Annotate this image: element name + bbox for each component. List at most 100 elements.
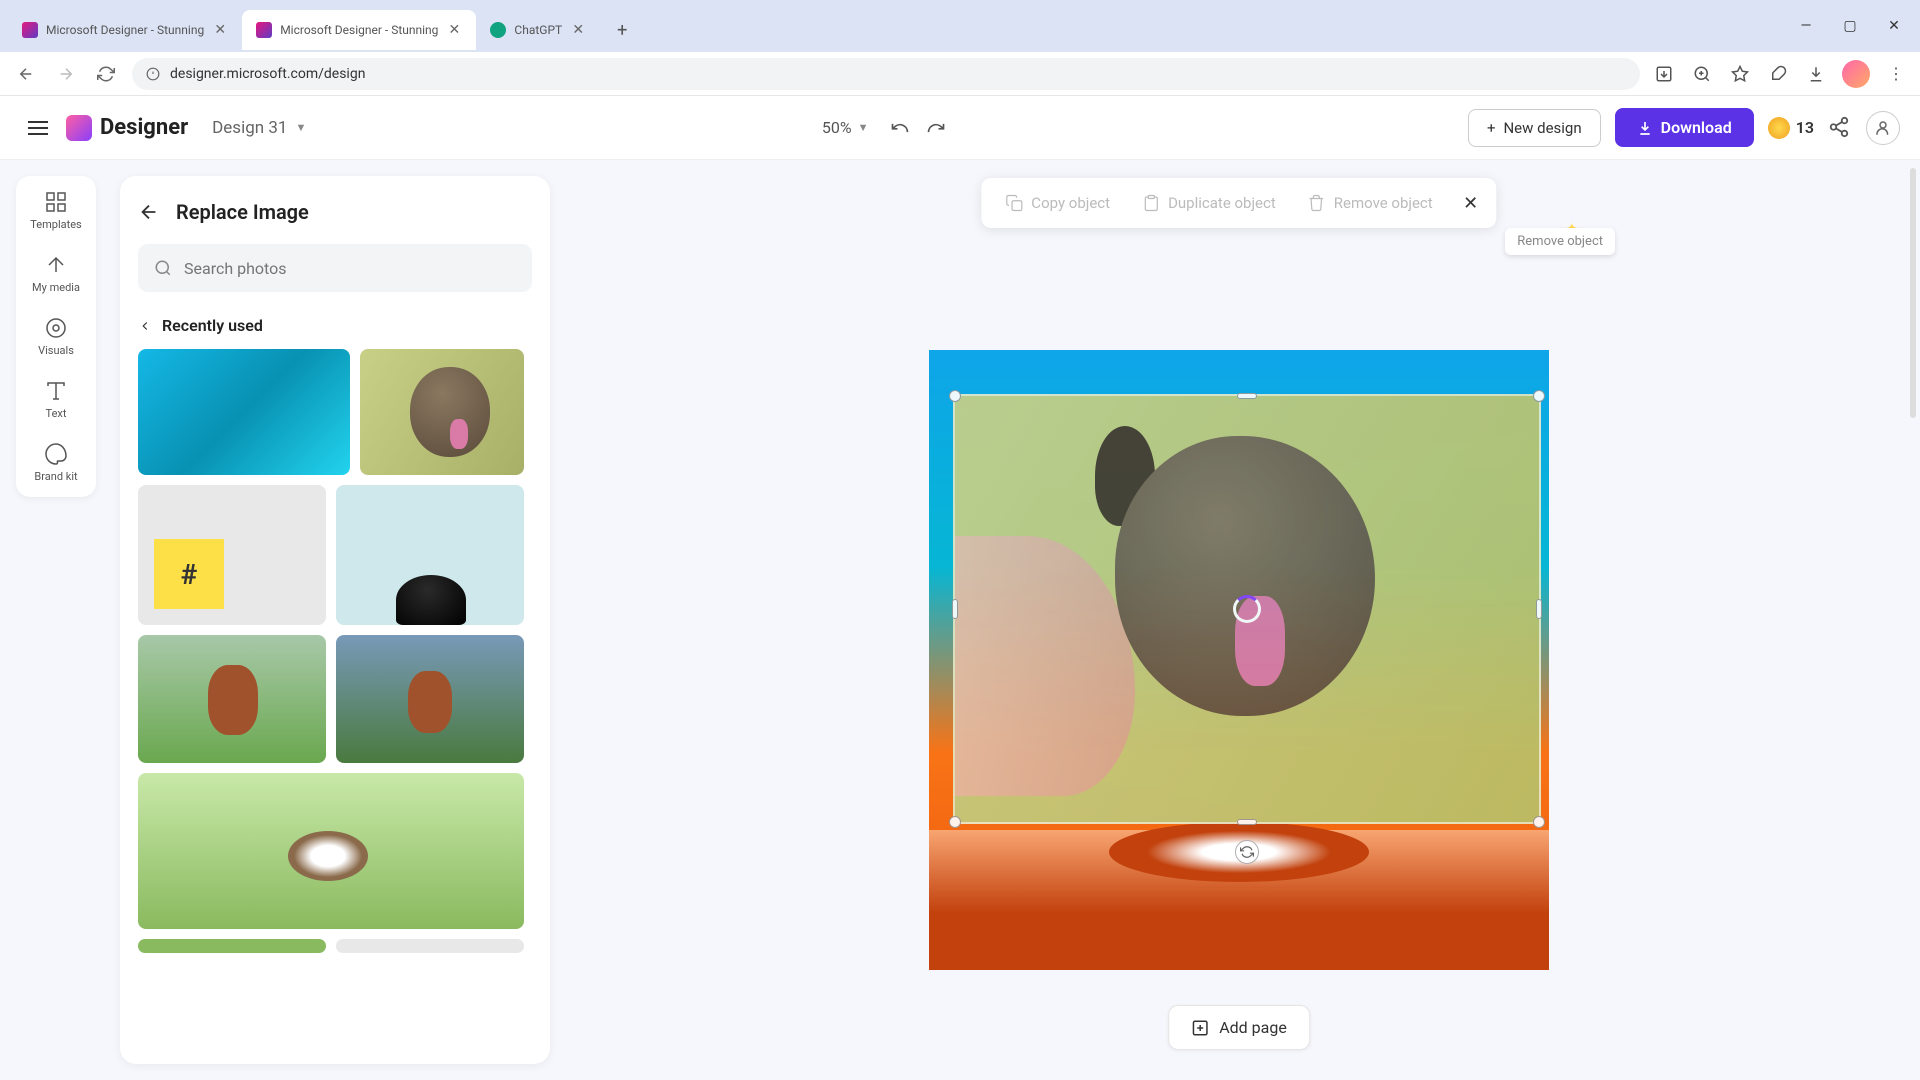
back-icon[interactable] (12, 60, 40, 88)
photo-thumbnail[interactable] (138, 349, 350, 475)
resize-handle[interactable] (1536, 599, 1542, 619)
side-rail: Templates My media Visuals Text Brand ki… (16, 176, 96, 497)
site-info-icon (146, 67, 160, 81)
resize-handle[interactable] (949, 390, 961, 402)
reload-icon[interactable] (92, 60, 120, 88)
context-toolbar: Copy object Duplicate object Remove obje… (981, 178, 1496, 228)
sidebar-item-text[interactable]: Text (44, 379, 68, 420)
minimize-button[interactable]: — (1788, 12, 1824, 40)
plus-square-icon (1191, 1019, 1209, 1037)
close-icon[interactable]: ✕ (570, 22, 586, 38)
credits-value: 13 (1796, 118, 1814, 137)
new-tab-button[interactable]: + (608, 20, 636, 41)
browser-toolbar: ⋮ (0, 52, 1920, 96)
download-button[interactable]: Download (1615, 108, 1754, 147)
photo-thumbnail[interactable] (336, 635, 524, 763)
duplicate-object-button[interactable]: Duplicate object (1130, 186, 1288, 220)
copy-object-button[interactable]: Copy object (993, 186, 1122, 220)
button-label: Duplicate object (1168, 194, 1276, 212)
extensions-icon[interactable] (1766, 62, 1790, 86)
close-context-bar-button[interactable]: ✕ (1457, 189, 1485, 217)
back-button[interactable] (138, 201, 160, 223)
undo-button[interactable] (884, 112, 916, 144)
sidebar-item-label: Text (46, 407, 67, 420)
menu-icon[interactable]: ⋮ (1884, 62, 1908, 86)
button-label: Remove object (1334, 194, 1433, 212)
coin-icon (1768, 117, 1790, 139)
star-icon[interactable] (1728, 62, 1752, 86)
resize-handle[interactable] (1237, 819, 1257, 825)
chevron-down-icon: ▼ (858, 121, 869, 134)
resize-handle[interactable] (1237, 393, 1257, 399)
sidebar-item-label: Brand kit (34, 470, 77, 483)
panel-title: Replace Image (176, 200, 309, 224)
button-label: Copy object (1031, 194, 1110, 212)
recent-label: Recently used (162, 316, 263, 335)
profile-avatar[interactable] (1842, 60, 1870, 88)
url-input[interactable] (170, 66, 1626, 82)
photo-thumbnail[interactable] (336, 485, 524, 625)
new-design-button[interactable]: + New design (1468, 109, 1601, 147)
browser-tab-strip: Microsoft Designer - Stunning ✕ Microsof… (0, 0, 1920, 52)
sidebar-item-label: My media (32, 281, 80, 294)
rotate-handle[interactable] (1235, 840, 1259, 864)
recent-section-header[interactable]: Recently used (138, 316, 532, 335)
design-canvas[interactable] (929, 350, 1549, 970)
replace-image-panel: Replace Image Recently used # (120, 176, 550, 1064)
sidebar-item-label: Templates (30, 218, 81, 231)
close-icon[interactable]: ✕ (446, 22, 462, 38)
zoom-icon[interactable] (1690, 62, 1714, 86)
plus-icon: + (1487, 119, 1496, 137)
resize-handle[interactable] (1533, 390, 1545, 402)
sidebar-item-my-media[interactable]: My media (32, 253, 80, 294)
photo-thumbnail[interactable] (336, 939, 524, 953)
share-icon[interactable] (1828, 116, 1852, 140)
resize-handle[interactable] (949, 816, 961, 828)
selected-image[interactable] (953, 394, 1541, 824)
canvas-area[interactable]: Copy object Duplicate object Remove obje… (558, 160, 1920, 1080)
favicon-icon (490, 22, 506, 38)
search-icon (154, 259, 172, 277)
sidebar-item-templates[interactable]: Templates (30, 190, 81, 231)
document-name-dropdown[interactable]: Design 31 ▼ (212, 118, 306, 138)
photo-thumbnail[interactable] (360, 349, 524, 475)
sidebar-item-visuals[interactable]: Visuals (38, 316, 74, 357)
downloads-icon[interactable] (1804, 62, 1828, 86)
app-header: Designer Design 31 ▼ 50% ▼ + New design … (0, 96, 1920, 160)
browser-tab[interactable]: Microsoft Designer - Stunning ✕ (8, 10, 242, 50)
hamburger-icon[interactable] (20, 113, 56, 143)
logo-text: Designer (100, 115, 188, 140)
search-input-wrap[interactable] (138, 244, 532, 292)
logo[interactable]: Designer (66, 115, 188, 141)
redo-button[interactable] (920, 112, 952, 144)
close-window-button[interactable]: ✕ (1876, 12, 1912, 40)
tab-title: Microsoft Designer - Stunning (46, 23, 204, 37)
sidebar-item-brand-kit[interactable]: Brand kit (34, 442, 77, 483)
search-input[interactable] (184, 259, 516, 278)
address-bar[interactable] (132, 58, 1640, 90)
favicon-icon (22, 22, 38, 38)
logo-mark-icon (66, 115, 92, 141)
zoom-dropdown[interactable]: 50% ▼ (822, 118, 869, 137)
sidebar-item-label: Visuals (38, 344, 74, 357)
close-icon[interactable]: ✕ (212, 22, 228, 38)
photo-thumbnail[interactable] (138, 635, 326, 763)
remove-object-button[interactable]: Remove object (1296, 186, 1445, 220)
resize-handle[interactable] (1533, 816, 1545, 828)
text-icon (44, 379, 68, 403)
add-page-button[interactable]: Add page (1168, 1005, 1310, 1050)
install-icon[interactable] (1652, 62, 1676, 86)
maximize-button[interactable]: ▢ (1832, 12, 1868, 40)
credits-counter[interactable]: 13 (1768, 117, 1814, 139)
forward-icon[interactable] (52, 60, 80, 88)
browser-tab[interactable]: ChatGPT ✕ (476, 10, 600, 50)
user-menu[interactable] (1866, 111, 1900, 145)
trash-icon (1308, 194, 1326, 212)
resize-handle[interactable] (952, 599, 958, 619)
photo-thumbnail[interactable] (138, 939, 326, 953)
copy-icon (1005, 194, 1023, 212)
photo-thumbnail[interactable]: # (138, 485, 326, 625)
browser-tab-active[interactable]: Microsoft Designer - Stunning ✕ (242, 10, 476, 50)
visuals-icon (44, 316, 68, 340)
photo-thumbnail[interactable] (138, 773, 524, 929)
